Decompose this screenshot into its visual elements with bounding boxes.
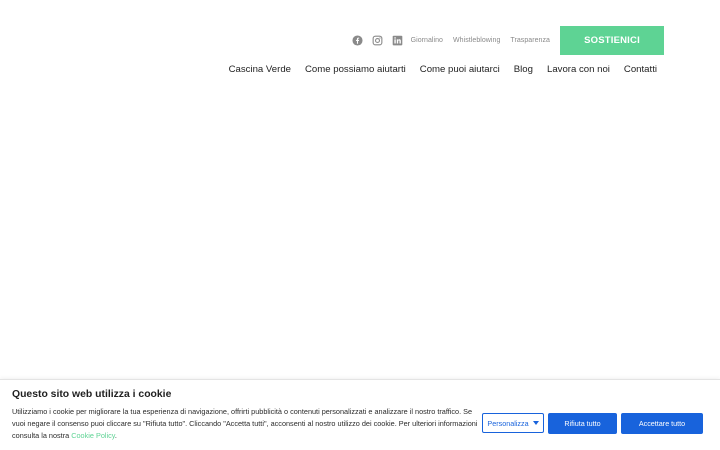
accept-all-button[interactable]: Accettare tutto bbox=[621, 413, 703, 434]
customize-button[interactable]: Personalizza bbox=[482, 413, 544, 433]
instagram-icon[interactable] bbox=[372, 35, 383, 46]
top-links: Giornalino Whistleblowing Trasparenza bbox=[411, 37, 550, 44]
caret-down-icon bbox=[532, 421, 539, 425]
nav-item-cascina-verde[interactable]: Cascina Verde bbox=[229, 64, 291, 75]
page: Giornalino Whistleblowing Trasparenza SO… bbox=[0, 0, 720, 450]
cookie-actions: Personalizza Rifiuta tutto Accettare tut… bbox=[482, 413, 703, 434]
top-link-giornalino[interactable]: Giornalino bbox=[411, 37, 443, 44]
nav-item-lavora-con-noi[interactable]: Lavora con noi bbox=[547, 64, 610, 75]
customize-button-label: Personalizza bbox=[487, 418, 529, 428]
nav-item-come-possiamo-aiutarti[interactable]: Come possiamo aiutarti bbox=[305, 64, 406, 75]
top-link-whistleblowing[interactable]: Whistleblowing bbox=[453, 37, 500, 44]
cookie-description-end: . bbox=[114, 431, 117, 440]
main-nav: Cascina Verde Come possiamo aiutarti Com… bbox=[229, 64, 657, 75]
cookie-policy-link[interactable]: Cookie Policy bbox=[71, 431, 115, 440]
nav-item-come-puoi-aiutarci[interactable]: Come puoi aiutarci bbox=[420, 64, 500, 75]
donate-button[interactable]: SOSTIENICI bbox=[560, 26, 664, 55]
reject-all-button[interactable]: Rifiuta tutto bbox=[548, 413, 617, 434]
linkedin-icon[interactable] bbox=[392, 35, 403, 46]
cookie-title: Questo sito web utilizza i cookie bbox=[12, 389, 172, 400]
cookie-description: Utilizziamo i cookie per migliorare la t… bbox=[12, 406, 482, 442]
social-links bbox=[352, 35, 403, 46]
nav-item-contatti[interactable]: Contatti bbox=[624, 64, 657, 75]
header-top-bar: Giornalino Whistleblowing Trasparenza SO… bbox=[352, 26, 664, 55]
facebook-icon[interactable] bbox=[352, 35, 363, 46]
cookie-banner: Questo sito web utilizza i cookie Utiliz… bbox=[0, 379, 720, 450]
top-link-trasparenza[interactable]: Trasparenza bbox=[510, 37, 550, 44]
nav-item-blog[interactable]: Blog bbox=[514, 64, 533, 75]
